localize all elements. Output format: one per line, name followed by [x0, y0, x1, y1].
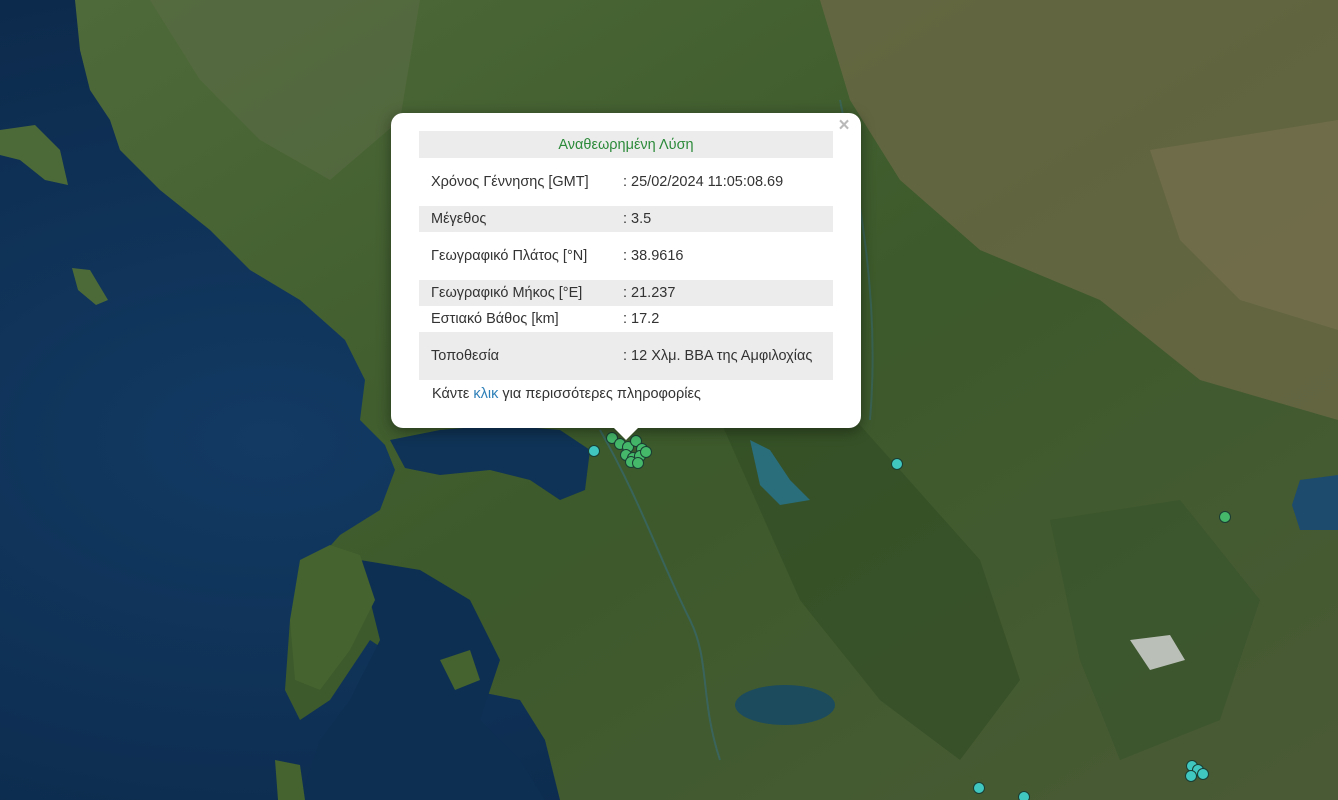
row-depth: Εστιακό Βάθος [km] : 17.2 — [419, 306, 833, 332]
satellite-map[interactable]: × Αναθεωρημένη Λύση Χρόνος Γέννησης [GMT… — [0, 0, 1338, 800]
location-value: : 12 Χλμ. ΒΒΑ της Αμφιλοχίας — [611, 332, 833, 380]
earthquake-marker[interactable] — [891, 458, 903, 470]
more-info-link[interactable]: κλικ — [473, 386, 498, 402]
earthquake-marker[interactable] — [632, 457, 644, 469]
row-magnitude: Μέγεθος : 3.5 — [419, 206, 833, 232]
row-origin-time: Χρόνος Γέννησης [GMT] : 25/02/2024 11:05… — [419, 158, 833, 206]
popup-footer: Κάντε κλικ για περισσότερες πληροφορίες — [432, 386, 701, 402]
location-label: Τοποθεσία — [419, 332, 611, 380]
depth-label: Εστιακό Βάθος [km] — [431, 310, 559, 327]
earthquake-marker[interactable] — [973, 782, 985, 794]
popup-header-row: Αναθεωρημένη Λύση — [419, 131, 833, 158]
footer-prefix: Κάντε — [432, 386, 474, 402]
latitude-value: : 38.9616 — [623, 247, 684, 264]
close-popup-button[interactable]: × — [835, 116, 853, 135]
event-popup: × Αναθεωρημένη Λύση Χρόνος Γέννησης [GMT… — [391, 113, 861, 428]
magnitude-label: Μέγεθος — [419, 206, 611, 232]
row-longitude: Γεωγραφικό Μήκος [°E] : 21.237 — [419, 280, 833, 306]
popup-tip — [612, 426, 640, 440]
origin-time-label: Χρόνος Γέννησης [GMT] — [431, 173, 589, 190]
earthquake-marker[interactable] — [1197, 768, 1209, 780]
row-location: Τοποθεσία : 12 Χλμ. ΒΒΑ της Αμφιλοχίας — [419, 332, 833, 380]
magnitude-value: : 3.5 — [611, 206, 833, 232]
earthquake-marker[interactable] — [1185, 770, 1197, 782]
row-latitude: Γεωγραφικό Πλάτος [°N] : 38.9616 — [419, 232, 833, 280]
footer-suffix: για περισσότερες πληροφορίες — [498, 386, 701, 402]
depth-value: : 17.2 — [623, 310, 660, 327]
event-info-table: Αναθεωρημένη Λύση Χρόνος Γέννησης [GMT] … — [419, 131, 833, 380]
earthquake-marker[interactable] — [640, 446, 652, 458]
earthquake-marker[interactable] — [1219, 511, 1231, 523]
longitude-label: Γεωγραφικό Μήκος [°E] — [419, 280, 611, 306]
origin-time-value: : 25/02/2024 11:05:08.69 — [623, 173, 784, 190]
earthquake-marker[interactable] — [588, 445, 600, 457]
popup-header: Αναθεωρημένη Λύση — [419, 131, 833, 158]
latitude-label: Γεωγραφικό Πλάτος [°N] — [431, 247, 588, 264]
longitude-value: : 21.237 — [611, 280, 833, 306]
earthquake-marker[interactable] — [1018, 791, 1030, 800]
